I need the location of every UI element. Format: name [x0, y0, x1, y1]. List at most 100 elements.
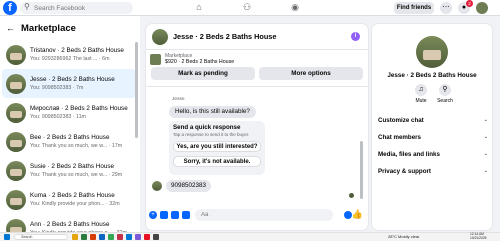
search-label: Search [437, 98, 453, 104]
conversation-text: Ann · 2 Beds 2 Baths HouseYou: Kindly pr… [30, 221, 136, 232]
chevron-down-icon: ⌄ [483, 168, 488, 174]
avatar [6, 44, 26, 65]
office-icon[interactable] [90, 234, 96, 240]
more-options-button[interactable]: More options [259, 67, 363, 80]
top-navigation-bar: f ⚲ ⌂ ⚇ ◉ Find friends ⋯ ● 2 [0, 0, 500, 16]
app-icon[interactable] [153, 234, 159, 240]
mute-label: Mute [415, 98, 427, 104]
conversation-name: Susie · 2 Beds 2 Baths House [30, 163, 115, 170]
media-files-links-section[interactable]: Media, files and links ⌄ [378, 151, 488, 158]
conversation-item[interactable]: Tristanov · 2 Beds 2 Baths House You: 929… [2, 40, 136, 69]
conversation-preview: You: 9293286962 The last ... · 6m [30, 56, 110, 62]
back-arrow-icon[interactable]: ← [6, 23, 15, 33]
plus-icon[interactable]: + [149, 211, 157, 219]
conversation-name: Bee · 2 Beds 2 Baths House [30, 134, 110, 141]
facebook-logo[interactable]: f [3, 1, 17, 15]
listing-summary[interactable]: Marketplace $920 · 2 Beds 2 Baths House [146, 50, 368, 67]
conversation-preview: You: 9098502383 · 11m [30, 114, 86, 120]
chat-scrollbar[interactable] [360, 141, 363, 199]
conversation-list-scrollbar[interactable] [135, 42, 138, 138]
search-conversation-button[interactable]: ⚲ Search [434, 84, 456, 104]
conversation-list-header: ← Marketplace [0, 16, 140, 40]
conversation-name: Мирослав · 2 Beds 2 Baths House [30, 105, 128, 112]
listing-thumbnail [150, 53, 161, 65]
home-icon[interactable]: ⌂ [192, 2, 206, 14]
conversation-text: Tristanov · 2 Beds 2 Baths House You: 929… [30, 47, 136, 62]
store-icon[interactable] [126, 234, 132, 240]
message-bubble: 9098502383 [166, 180, 212, 192]
quick-reply-not-available-button[interactable]: Sorry, it's not available. [173, 156, 261, 167]
windows-start-icon[interactable] [4, 234, 10, 240]
mute-button[interactable]: ♫ Mute [410, 84, 432, 104]
message-row: 9098502383 [152, 180, 212, 192]
conversation-item[interactable]: Kuma · 2 Beds 2 Baths House You: Kindly p… [2, 185, 136, 214]
customize-chat-section[interactable]: Customize chat ⌄ [378, 117, 488, 124]
conversation-text: Jesse · 2 Beds 2 Baths House You: 9098502… [30, 76, 136, 91]
app-icon[interactable] [144, 234, 150, 240]
privacy-support-section[interactable]: Privacy & support ⌄ [378, 168, 488, 175]
mark-as-pending-button[interactable]: Mark as pending [151, 67, 255, 80]
conversation-text: Susie · 2 Beds 2 Baths House You: Thank y… [30, 163, 136, 178]
bell-icon: ♫ [415, 84, 427, 96]
conversation-list-panel: ← Marketplace Tristanov · 2 Beds 2 Baths… [0, 16, 140, 232]
chat-avatar[interactable] [152, 28, 168, 45]
quick-response-card: Send a quick response Tap a response to … [169, 121, 265, 175]
avatar [6, 73, 26, 94]
conversation-item[interactable]: Susie · 2 Beds 2 Baths House You: Thank y… [2, 156, 136, 185]
conversation-preview: You: 9098502383 · 7m [30, 85, 84, 91]
chrome-icon[interactable] [108, 234, 114, 240]
like-icon[interactable]: 👍 [352, 209, 363, 220]
taskbar-search-box[interactable]: Search [14, 234, 68, 240]
message-composer: + 👍 [146, 206, 368, 224]
teams-icon[interactable] [135, 234, 141, 240]
conversation-preview: You: Kindly provide your phon... · 32m [30, 201, 120, 207]
sticker-icon[interactable] [171, 211, 179, 219]
search-icon: ⚲ [439, 84, 451, 96]
weather-widget[interactable]: 28°C Mostly clear [388, 234, 419, 239]
conversation-text: Kuma · 2 Beds 2 Baths House You: Kindly p… [30, 192, 136, 207]
system-clock[interactable]: 12:14 AM 10/21/2025 [470, 232, 487, 241]
page-title: Marketplace [21, 22, 76, 34]
search-input[interactable] [34, 3, 129, 13]
file-explorer-icon[interactable] [72, 234, 78, 240]
section-label: Customize chat [378, 117, 424, 124]
friends-icon[interactable]: ⚇ [240, 2, 254, 14]
conversation-item[interactable]: Мирослав · 2 Beds 2 Baths House You: 9098… [2, 98, 136, 127]
notifications-icon[interactable]: ● 2 [458, 0, 473, 14]
section-label: Media, files and links [378, 151, 440, 158]
image-icon[interactable] [160, 211, 168, 219]
avatar [6, 218, 26, 232]
chat-header: Jesse · 2 Beds 2 Baths House i [146, 24, 368, 50]
quick-reply-interested-button[interactable]: Yes, are you still interested? [173, 141, 261, 152]
conversation-item[interactable]: Bee · 2 Beds 2 Baths House You: Thank you… [2, 127, 136, 156]
chat-title[interactable]: Jesse · 2 Beds 2 Baths House [173, 32, 276, 41]
quick-response-title: Send a quick response [173, 124, 241, 131]
conversation-item[interactable]: Ann · 2 Beds 2 Baths HouseYou: Kindly pr… [2, 214, 136, 232]
excel-icon[interactable] [81, 234, 87, 240]
divider [146, 86, 368, 87]
contact-avatar[interactable] [416, 36, 448, 68]
profile-avatar[interactable] [476, 2, 488, 14]
section-label: Privacy & support [378, 168, 431, 175]
chat-members-section[interactable]: Chat members ⌄ [378, 134, 488, 141]
conversation-name: Jesse · 2 Beds 2 Baths House [30, 76, 115, 83]
conversation-name: Kuma · 2 Beds 2 Baths House [30, 192, 115, 199]
listing-actions: Mark as pending More options [146, 67, 368, 80]
gif-icon[interactable] [182, 211, 190, 219]
incoming-message: Hello, is this still available? [169, 106, 256, 118]
avatar [6, 102, 26, 123]
contact-name: Jesse · 2 Beds 2 Baths House [387, 72, 477, 79]
groups-icon[interactable]: ◉ [288, 2, 302, 14]
menu-grid-icon[interactable]: ⋯ [440, 2, 452, 14]
edge-icon[interactable] [99, 234, 105, 240]
chevron-down-icon: ⌄ [483, 134, 488, 140]
find-friends-button[interactable]: Find friends [394, 2, 434, 14]
conversation-name: Tristanov · 2 Beds 2 Baths House [30, 47, 124, 54]
message-input[interactable] [195, 209, 333, 221]
search-box[interactable]: ⚲ [20, 2, 133, 14]
conversation-item[interactable]: Jesse · 2 Beds 2 Baths House You: 9098502… [2, 69, 136, 98]
message-sender-name: Jesse [172, 97, 185, 102]
info-icon[interactable]: i [351, 32, 360, 41]
app-icon[interactable] [117, 234, 123, 240]
avatar [6, 160, 26, 181]
